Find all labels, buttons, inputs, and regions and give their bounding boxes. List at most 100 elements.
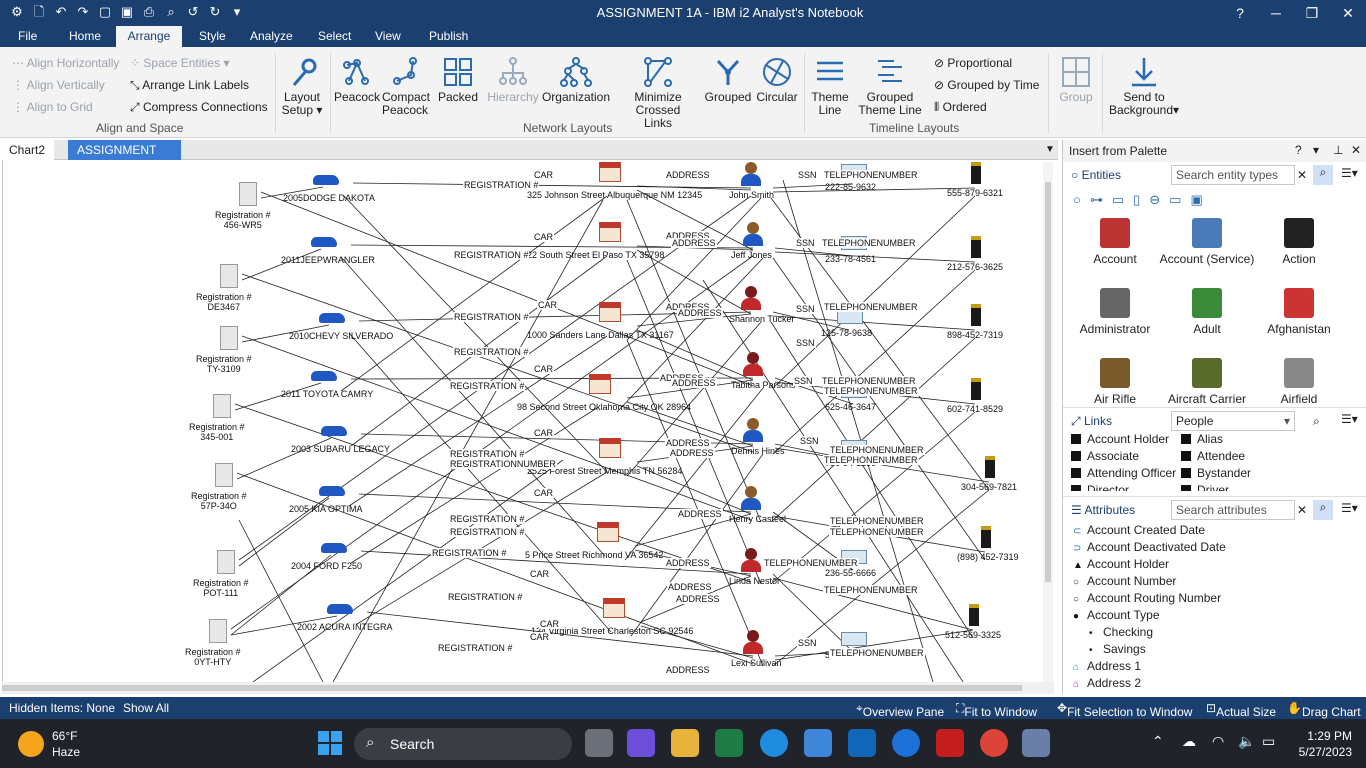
close-icon[interactable]: ✕ [1330, 0, 1366, 26]
windows-start-icon[interactable] [318, 731, 342, 755]
link-line[interactable] [238, 519, 324, 682]
link-label[interactable]: REGISTRATION # [449, 527, 526, 537]
clock-time[interactable]: 1:29 PM [1296, 729, 1352, 743]
attribute-item[interactable]: ⌂ Address 1 [1073, 659, 1141, 673]
task-view-icon[interactable] [585, 729, 613, 757]
layout-setup-button[interactable]: Layout Setup ▾ [280, 55, 324, 117]
person-icon[interactable] [741, 548, 761, 572]
document-icon[interactable] [213, 394, 231, 418]
registration-label[interactable]: Registration #345-001 [189, 422, 245, 442]
minimize-crossed-links-button[interactable]: Minimize Crossed Links [620, 55, 696, 130]
tab-view[interactable]: View [367, 26, 409, 47]
document-icon[interactable] [215, 463, 233, 487]
link-label[interactable]: ADDRESS [665, 558, 711, 568]
link-label[interactable]: SSN [795, 304, 816, 314]
send-to-background-button[interactable]: Send to Background▾ [1106, 55, 1182, 117]
link-line[interactable] [332, 199, 604, 682]
car-icon[interactable] [321, 543, 347, 553]
phone-icon[interactable] [971, 236, 981, 258]
link-label[interactable]: CAR [529, 632, 551, 642]
registration-label[interactable]: Registration #57P-34O [191, 491, 247, 511]
link-line[interactable] [702, 279, 964, 682]
registration-label[interactable]: Registration #456-WR5 [215, 210, 271, 230]
house-icon[interactable] [589, 374, 611, 394]
ordered-button[interactable]: ⦀ Ordered [934, 100, 987, 115]
excel-icon[interactable] [715, 729, 743, 757]
link-type-item[interactable]: Alias [1181, 432, 1223, 446]
link-line[interactable] [350, 407, 598, 564]
align-to-grid-button[interactable]: ⋮ Align to Grid [12, 100, 93, 114]
link-label[interactable]: CAR [533, 232, 555, 242]
link-label[interactable]: TELEPHONENUMBER [821, 376, 917, 386]
link-line[interactable] [241, 273, 754, 453]
link-label[interactable]: TELEPHONENUMBER [823, 585, 919, 595]
volume-icon[interactable]: 🔈 [1238, 733, 1255, 750]
restore-icon[interactable]: ❐ [1294, 0, 1330, 26]
attribute-item[interactable]: ● Account Type [1073, 608, 1160, 622]
align-horizontally-button[interactable]: ⋯ Align Horizontally [12, 56, 119, 70]
attribute-item[interactable]: ▲ Account Holder [1073, 557, 1169, 571]
person-icon[interactable] [741, 486, 761, 510]
entity-type-item[interactable]: Afghanistan [1239, 288, 1359, 336]
link-label[interactable]: SSN [795, 238, 816, 248]
horizontal-scrollbar[interactable] [2, 682, 1054, 694]
tab-arrange[interactable]: Arrange [116, 26, 182, 47]
organization-button[interactable]: Organization [540, 55, 612, 104]
phone-icon[interactable] [971, 304, 981, 326]
document-icon[interactable] [209, 619, 227, 643]
link-label[interactable]: SSN [793, 376, 814, 386]
clear-icon[interactable]: ✕ [1297, 503, 1307, 517]
entity-type-item[interactable]: Airfield [1239, 358, 1359, 406]
ssn-card-icon[interactable] [837, 310, 863, 324]
mcafee-icon[interactable] [936, 729, 964, 757]
clock-date[interactable]: 5/27/2023 [1290, 745, 1352, 759]
link-label[interactable]: ADDRESS [677, 509, 723, 519]
vertical-scrollbar[interactable] [1043, 162, 1053, 682]
search-entities-input[interactable]: Search entity types [1171, 165, 1295, 185]
link-type-item[interactable]: Bystander [1181, 466, 1251, 480]
grouped-button[interactable]: Grouped [704, 55, 752, 104]
help-icon[interactable]: ? [1295, 143, 1302, 157]
attribute-item[interactable]: ○ Account Number [1073, 574, 1176, 588]
peacock-button[interactable]: Peacock [334, 55, 380, 104]
link-line[interactable] [348, 332, 612, 633]
link-label[interactable]: REGISTRATION # [449, 381, 526, 391]
person-icon[interactable] [741, 286, 761, 310]
attribute-item[interactable]: ⊂ Account Created Date [1073, 523, 1205, 537]
tab-assignment-1a[interactable]: ASSIGNMENT 1A ✕ [68, 140, 181, 177]
document-icon[interactable] [217, 550, 235, 574]
link-type-item[interactable]: Attendee [1181, 449, 1245, 463]
link-label[interactable]: ADDRESS [675, 594, 721, 604]
link-label[interactable]: REGISTRATION # [437, 643, 514, 653]
link-type-item[interactable]: Driver [1181, 483, 1229, 491]
car-icon[interactable] [319, 486, 345, 496]
link-label[interactable]: ADDRESS [665, 170, 711, 180]
tab-file[interactable]: File [10, 26, 45, 47]
menu-icon[interactable]: ☰▾ [1341, 412, 1358, 426]
search-icon[interactable]: ⌕ [1313, 414, 1320, 429]
grouped-by-time-button[interactable]: ⊘ Grouped by Time [934, 78, 1039, 92]
person-icon[interactable] [743, 222, 763, 246]
house-icon[interactable] [603, 598, 625, 618]
overview-pane-button[interactable]: ⌖ Overview Pane [856, 701, 944, 719]
link-label[interactable]: REGISTRATION # [449, 514, 526, 524]
tab-select[interactable]: Select [310, 26, 359, 47]
link-label[interactable]: REGISTRATION # [453, 347, 530, 357]
link-line[interactable] [352, 182, 752, 189]
link-line[interactable] [772, 195, 976, 389]
link-line[interactable] [252, 459, 564, 682]
attribute-item[interactable]: ⌂ Address 2 [1073, 676, 1141, 690]
onedrive-icon[interactable]: ☁ [1182, 733, 1196, 750]
tray-chevron-icon[interactable]: ⌃ [1152, 733, 1164, 750]
proportional-button[interactable]: ⊘ Proportional [934, 56, 1012, 70]
link-label[interactable]: TELEPHONENUMBER [823, 302, 919, 312]
link-label[interactable]: SSN [797, 170, 818, 180]
pin-icon[interactable]: ⊥ [1333, 143, 1343, 157]
help-app-icon[interactable] [892, 729, 920, 757]
weather-condition[interactable]: Haze [52, 745, 80, 759]
link-label[interactable]: ADDRESS [671, 238, 717, 248]
fit-selection-button[interactable]: ✥ Fit Selection to Window [1057, 701, 1192, 719]
tab-list-dropdown-icon[interactable]: ▼ [1036, 140, 1064, 160]
link-type-item[interactable]: Account Holder [1071, 432, 1169, 446]
close-icon[interactable]: ✕ [1351, 143, 1361, 157]
